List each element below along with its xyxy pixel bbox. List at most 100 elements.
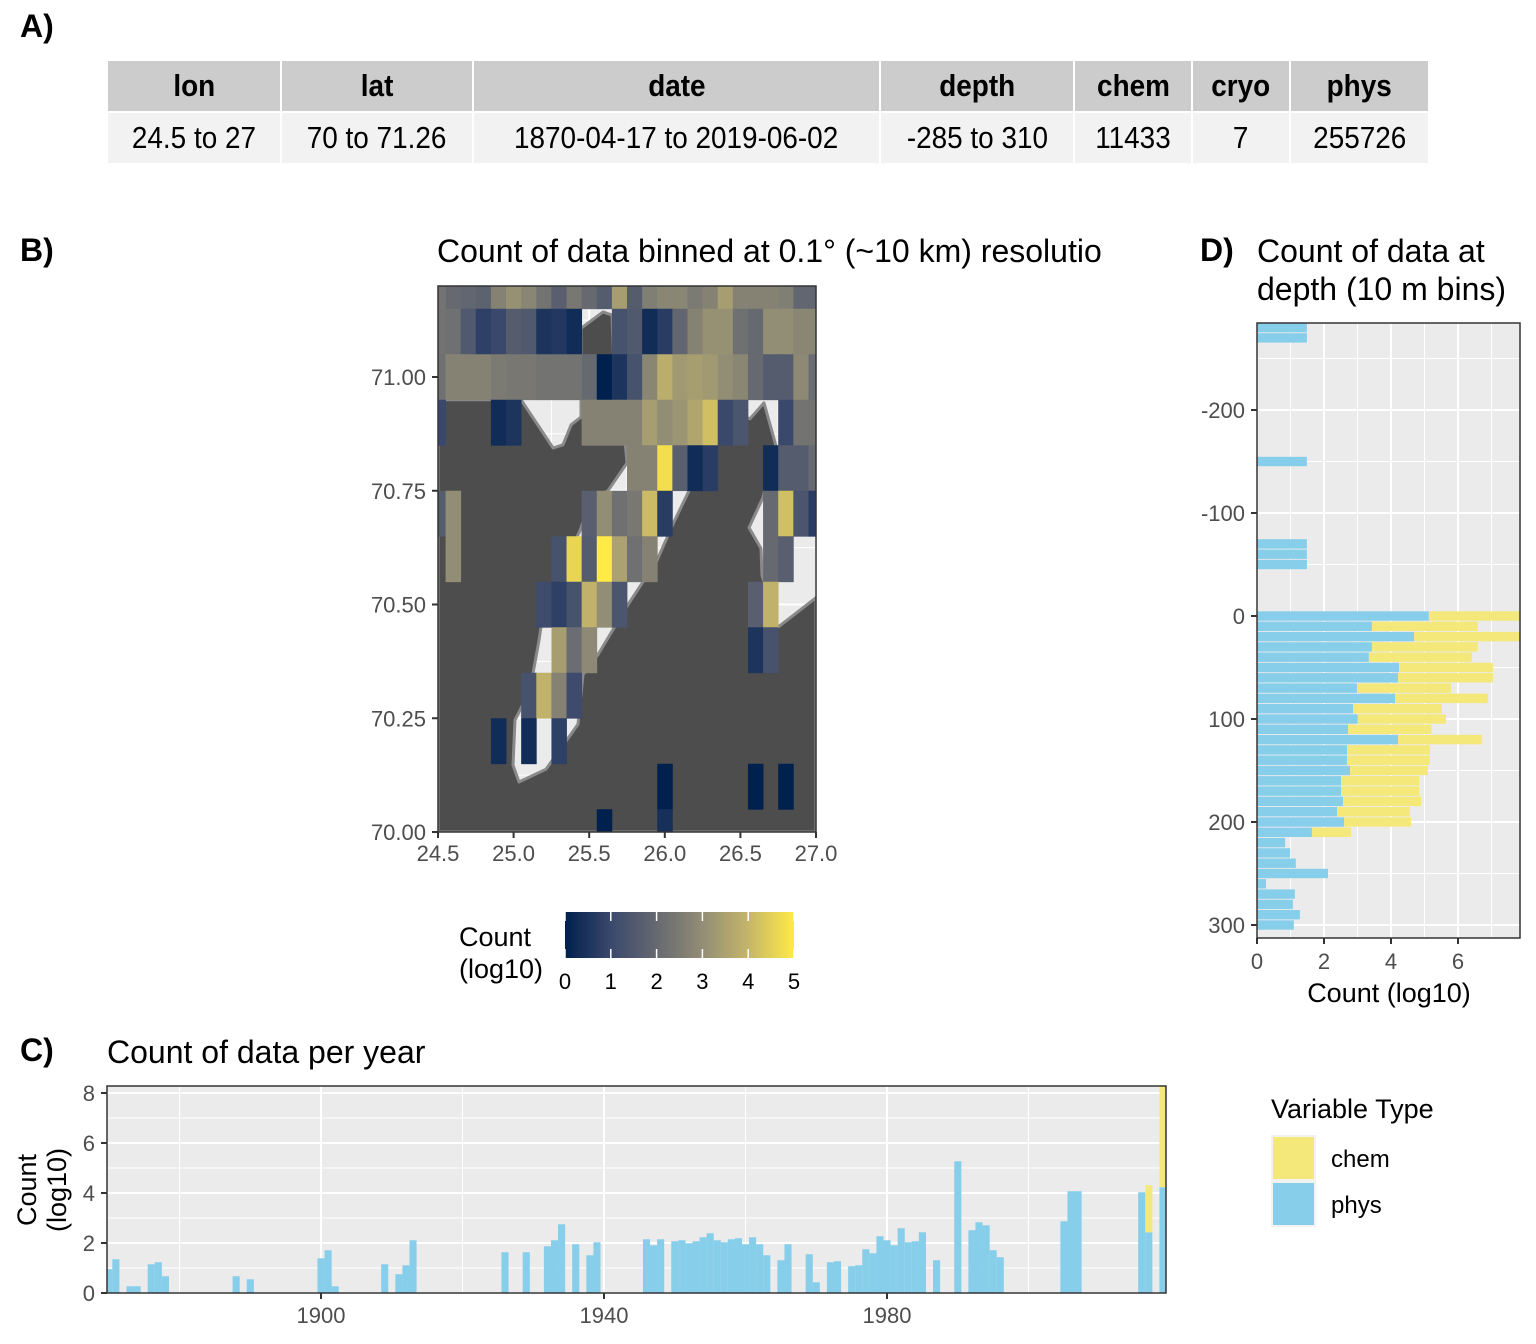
year-bar-phys (331, 1286, 339, 1293)
heatmap-cell (566, 354, 583, 401)
colorbar-tick-label: 1 (605, 969, 617, 994)
year-bar-phys (550, 1240, 559, 1293)
heatmap-cell (566, 627, 583, 674)
year-bar-phys (883, 1240, 891, 1293)
depth-bar-phys (1257, 920, 1294, 930)
depth-bar-chem (1371, 642, 1478, 652)
year-bar-phys (954, 1161, 962, 1293)
year-bar-phys (650, 1245, 658, 1293)
depth-bar-chem (1337, 807, 1411, 817)
heatmap-cell (475, 308, 492, 355)
heatmap-cell (445, 536, 462, 583)
heatmap-cell (763, 445, 779, 492)
y-tick-label: -100 (1201, 501, 1245, 526)
heatmap-cell (611, 399, 628, 446)
year-bar-phys (586, 1255, 594, 1293)
heatmap-cell (732, 308, 749, 355)
year-bar-phys (126, 1286, 134, 1293)
heatmap-cell (536, 672, 552, 719)
heatmap-cell (506, 399, 522, 446)
depth-bar-phys (1257, 848, 1291, 858)
heatmap-plot: 24.5 25.0 25.5 26.0 26.5 27.070.0070.2570.507… (371, 285, 838, 866)
depth-bar-phys (1257, 858, 1296, 868)
heatmap-cell (611, 581, 628, 628)
heatmap-cell (536, 581, 552, 628)
year-bar-phys (918, 1232, 926, 1293)
colorbar-tick-label: 0 (559, 969, 571, 994)
y-tick-label: 4 (83, 1181, 95, 1206)
depth-bar-chem (1347, 755, 1430, 765)
year-bar-phys (522, 1252, 530, 1293)
heatmap-cell (490, 399, 507, 446)
y-tick-label: 71.00 (371, 365, 426, 390)
year-bar-phys (749, 1237, 757, 1293)
depth-bar-phys (1257, 827, 1312, 837)
year-bar-phys (911, 1241, 919, 1293)
year-bar-phys (734, 1238, 743, 1293)
year-bar-phys (812, 1282, 820, 1293)
depth-bar-phys (1257, 745, 1348, 755)
year-bar-phys (777, 1260, 785, 1293)
heatmap-cell (763, 581, 779, 628)
year-bar-phys (1145, 1232, 1153, 1293)
year-bar-phys (968, 1230, 976, 1293)
heatmap-cell (642, 399, 658, 446)
legend-swatch-chem (1273, 1137, 1314, 1179)
depth-bar-phys (1257, 631, 1415, 642)
year-bar-phys (713, 1240, 721, 1293)
depth-bar-phys (1257, 704, 1354, 714)
heatmap-cell (732, 354, 749, 401)
year-bar-phys (763, 1255, 771, 1293)
depth-chart-title-line1: Count of data at (1257, 233, 1485, 269)
x-tick-label: 0 (1251, 949, 1263, 974)
y-tick-label: 0 (1233, 604, 1245, 629)
x-tick-label: 27.0 (795, 841, 838, 866)
heatmap-cell (581, 536, 598, 583)
depth-bar-chem (1414, 631, 1520, 642)
depth-chart-title-line2: depth (10 m bins) (1257, 271, 1506, 307)
heatmap-cell (763, 627, 779, 674)
heatmap-cell (687, 445, 703, 492)
heatmap-cell (596, 581, 613, 628)
year-bar-phys (692, 1241, 700, 1293)
heatmap-cell (793, 445, 809, 492)
y-tick-label: 0 (83, 1281, 95, 1306)
heatmap-cell (642, 490, 658, 537)
year-bar-phys (558, 1224, 566, 1293)
heatmap-cell (627, 308, 643, 355)
heatmap-cell (506, 354, 522, 401)
heatmap-cell (657, 354, 673, 401)
year-bar-phys (1067, 1191, 1075, 1293)
heatmap-cell (521, 308, 537, 355)
heatmap-cell (445, 354, 462, 401)
depth-bar-phys (1257, 642, 1372, 652)
depth-bar-chem (1348, 724, 1432, 734)
legend-swatch-phys (1273, 1183, 1314, 1225)
heatmap-cell (778, 308, 794, 355)
heatmap-cell (657, 308, 673, 355)
depth-bar-phys (1257, 786, 1342, 796)
year-bar-chem (1145, 1185, 1153, 1233)
heatmap-cell (581, 627, 598, 674)
year-bar-phys (833, 1261, 842, 1293)
year-bar-phys (989, 1250, 997, 1293)
heatmap-cell (793, 354, 809, 401)
heatmap-cell (490, 718, 507, 765)
depth-bar-chem (1398, 673, 1493, 683)
depth-bar-chem (1343, 796, 1422, 807)
depth-bar-phys (1257, 539, 1307, 549)
heatmap-cell (717, 354, 734, 401)
year-bar-phys (720, 1242, 728, 1293)
heatmap-cell (778, 445, 794, 492)
heatmap-cell (793, 308, 809, 355)
depth-bar-chem (1357, 683, 1451, 693)
y-tick-label: 200 (1208, 810, 1245, 835)
heatmap-cell (596, 399, 613, 446)
heatmap-cell (521, 718, 537, 765)
depth-bar-chem (1341, 786, 1420, 796)
heatmap-cell (581, 399, 598, 446)
depth-bar-chem (1353, 704, 1442, 714)
year-bar-phys (642, 1239, 651, 1293)
heatmap-cell (747, 581, 764, 628)
heatmap-cell (763, 490, 779, 537)
